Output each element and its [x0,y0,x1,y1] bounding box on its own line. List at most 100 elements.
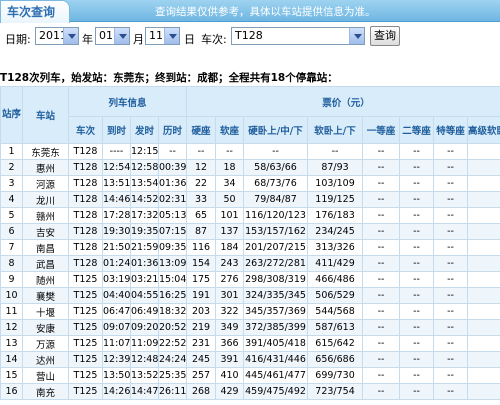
cell-depart: 17:32 [130,207,159,224]
cell-duration: 24:24 [157,351,188,368]
cell-special-class: -- [433,383,469,400]
header-station: 车站 [22,86,69,144]
cell-hard-sleeper: 391/405/418 [243,335,309,352]
cell-deluxe-sleeper [467,143,500,160]
chevron-down-icon [114,28,129,44]
cell-hard-sleeper: 459/475/492 [243,383,309,400]
cell-first-class: -- [362,287,401,304]
cell-arrive: 14:26 [102,383,131,400]
cell-duration: 01:36 [157,175,188,192]
cell-depart: 11:09 [130,335,159,352]
header-special-class: 特等座 [433,116,469,144]
day-select[interactable]: 11 [145,27,180,45]
cell-soft-seat: 34 [215,175,245,192]
cell-arrive: 19:30 [102,223,131,240]
cell-depart: 14:47 [130,383,159,400]
summary-intro: T128次列车，始发站： [0,72,114,84]
cell-first-class: -- [362,383,401,400]
table-row: 10 襄樊 T125 04:40 04:55 16:25 191 301 324/335/345… [0,287,500,304]
cell-train-no: T128 [68,255,103,272]
cell-second-class: -- [399,383,435,400]
cell-depart: 12:15 [130,143,159,160]
cell-duration: 16:25 [157,287,188,304]
cell-depart: 14:52 [130,191,159,208]
cell-special-class: -- [433,319,469,336]
cell-depart: 13:54 [130,175,159,192]
route-summary: T128次列车，始发站：东莞东；终到站：成都；全程共有18个停靠站： [0,70,338,85]
cell-hard-seat: 268 [186,383,217,400]
cell-arrive: 12:39 [102,351,131,368]
cell-hard-seat: -- [186,143,217,160]
month-select[interactable]: 01 [95,27,130,45]
cell-first-class: -- [362,223,401,240]
table-row: 15 营山 T125 13:50 13:52 25:35 257 410 445/461/477… [0,367,500,384]
cell-special-class: -- [433,303,469,320]
timetable-body: 1 东莞东 T128 ---- 12:15 -- -- -- -- -- -- -- -- 2 惠州 T128… [0,143,500,400]
cell-station: 安康 [22,319,69,336]
table-row: 14 达州 T125 12:39 12:48 24:24 245 391 416/431/446… [0,351,500,368]
cell-soft-seat: 349 [215,319,245,336]
cell-duration: 05:13 [157,207,188,224]
timetable: 站序 车站 列车信息 票价（元） 车次 到时 发时 历时 硬座 软座 硬卧上/中… [0,86,500,400]
cell-station: 随州 [22,271,69,288]
header-depart: 发时 [130,116,159,144]
cell-second-class: -- [399,191,435,208]
query-button[interactable]: 查询 [370,26,400,46]
cell-seq: 3 [0,175,23,192]
month-unit: 月 [133,33,144,46]
cell-depart: 09:20 [130,319,159,336]
cell-deluxe-sleeper [467,287,500,304]
table-row: 6 吉安 T128 19:30 19:35 07:15 87 137 153/157/162 23… [0,223,500,240]
header-first-class: 一等座 [362,116,401,144]
cell-depart: 13:52 [130,367,159,384]
tab-train-query[interactable]: 车次查询 [0,0,70,23]
cell-first-class: -- [362,255,401,272]
cell-station: 东莞东 [22,143,69,160]
cell-train-no: T125 [68,319,103,336]
cell-hard-seat: 12 [186,159,217,176]
cell-train-no: T125 [68,271,103,288]
header-arrive: 到时 [102,116,131,144]
cell-first-class: -- [362,239,401,256]
cell-hard-sleeper: 68/73/76 [243,175,309,192]
cell-station: 南昌 [22,239,69,256]
cell-soft-sleeper: -- [307,143,364,160]
header-duration: 历时 [157,116,188,144]
cell-soft-sleeper: 87/93 [307,159,364,176]
cell-train-no: T128 [68,159,103,176]
cell-soft-sleeper: 699/730 [307,367,364,384]
cell-arrive: 06:47 [102,303,131,320]
cell-train-no: T125 [68,287,103,304]
cell-hard-sleeper: 79/84/87 [243,191,309,208]
cell-deluxe-sleeper [467,271,500,288]
header-second-class: 二等座 [399,116,435,144]
cell-station: 襄樊 [22,287,69,304]
cell-second-class: -- [399,239,435,256]
cell-seq: 13 [0,335,23,352]
cell-duration: 09:35 [157,239,188,256]
notice-text: 查询结果仅供参考，具体以车站提供信息为准。 [155,6,376,18]
cell-first-class: -- [362,143,401,160]
cell-hard-seat: 257 [186,367,217,384]
cell-train-no: T128 [68,143,103,160]
cell-soft-sleeper: 313/326 [307,239,364,256]
table-row: 16 南充 T125 14:26 14:47 26:11 268 429 459/475/492… [0,383,500,400]
table-row: 2 惠州 T128 12:54 12:58 00:39 12 18 58/63/66 87/93-… [0,159,500,176]
cell-duration: 22:52 [157,335,188,352]
cell-train-no: T128 [68,175,103,192]
cell-first-class: -- [362,367,401,384]
cell-train-no: T128 [68,191,103,208]
cell-seq: 5 [0,207,23,224]
chevron-down-icon [63,28,78,44]
year-select[interactable]: 2011 [35,27,79,45]
table-row: 7 南昌 T128 21:50 21:59 09:35 116 184 201/207/215 3… [0,239,500,256]
train-select[interactable]: T128 [231,27,365,45]
cell-train-no: T125 [68,303,103,320]
header-hard-seat: 硬座 [186,116,217,144]
cell-arrive: 13:50 [102,367,131,384]
cell-seq: 14 [0,351,23,368]
cell-soft-sleeper: 506/529 [307,287,364,304]
cell-second-class: -- [399,175,435,192]
cell-hard-sleeper: 58/63/66 [243,159,309,176]
table-row: 12 安康 T125 09:07 09:20 20:52 219 349 372/385/399… [0,319,500,336]
